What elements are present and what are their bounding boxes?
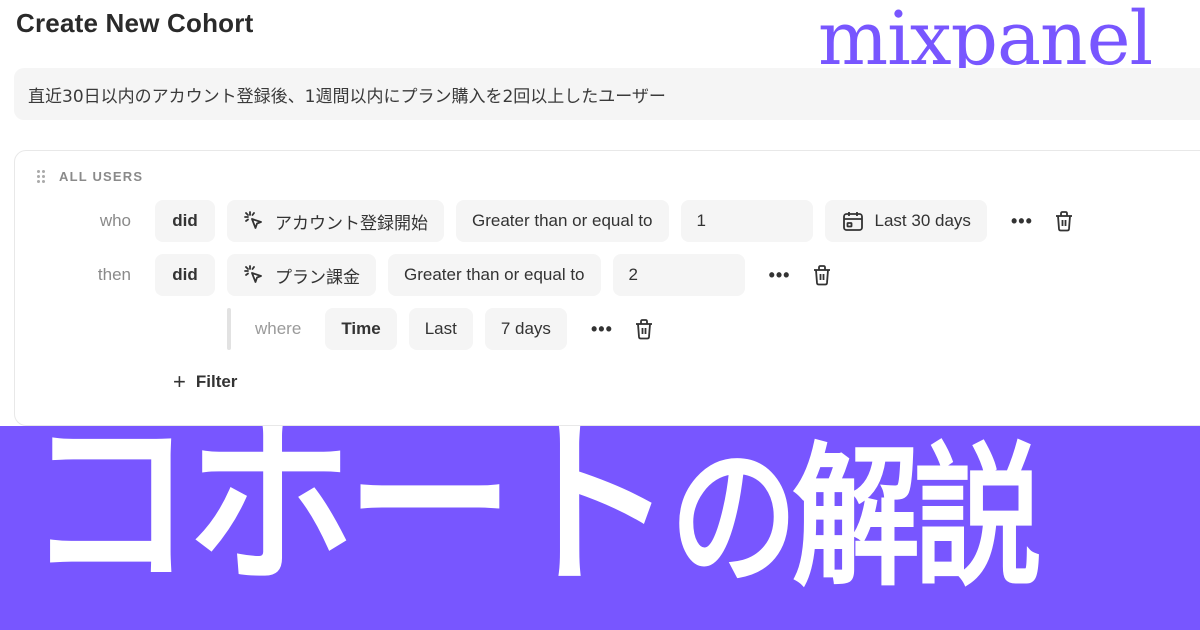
group-label: ALL USERS (59, 169, 144, 184)
event-selector[interactable]: アカウント登録開始 (227, 200, 444, 242)
condition-row: who did アカウント登録開始 Greater than or equal … (15, 199, 1077, 243)
condition-row: then did プラン課金 Greater than or equal to … (15, 253, 835, 297)
calendar-icon (841, 209, 865, 233)
verb-label: did (172, 211, 198, 230)
event-name: アカウント登録開始 (275, 213, 428, 233)
event-selector[interactable]: プラン課金 (227, 254, 376, 296)
count-value: 1 (696, 211, 706, 230)
count-value: 2 (628, 265, 638, 284)
date-range-selector[interactable]: Last 30 days (824, 200, 987, 242)
count-value-input[interactable]: 1 (680, 200, 813, 242)
verb-selector[interactable]: did (155, 200, 215, 242)
more-options-button[interactable]: ••• (999, 211, 1045, 232)
operator-selector[interactable]: Greater than or equal to (456, 200, 669, 242)
where-keyword: where (255, 319, 302, 338)
banner-title: コホート の解説 (26, 426, 1042, 612)
filter-property: Time (341, 319, 381, 338)
cohort-description-input[interactable]: 直近30日以内のアカウント登録後、1週間以内にプラン購入を2回以上したユーザー (14, 68, 1200, 120)
row-keyword: who (99, 211, 131, 230)
page-title: Create New Cohort (16, 8, 254, 38)
trash-icon[interactable] (1051, 208, 1077, 234)
banner-title-sub: の解説 (670, 429, 1042, 608)
where-filter-row: where Time Last 7 days ••• (227, 307, 657, 351)
plus-icon: + (173, 369, 186, 394)
filter-operator-selector[interactable]: Last (408, 308, 473, 350)
trash-icon[interactable] (809, 262, 835, 288)
event-cursor-icon (243, 210, 265, 232)
operator-selector[interactable]: Greater than or equal to (388, 254, 601, 296)
filter-property-selector[interactable]: Time (325, 308, 397, 350)
row-keyword: then (97, 265, 131, 284)
mixpanel-logo: mixpanel (818, 0, 1153, 82)
title-banner: コホート の解説 (0, 426, 1200, 630)
cohort-description-text: 直近30日以内のアカウント登録後、1週間以内にプラン購入を2回以上したユーザー (28, 86, 666, 107)
count-value-input[interactable]: 2 (612, 254, 745, 296)
group-header: ALL USERS (37, 169, 143, 184)
drag-handle-icon[interactable] (37, 170, 45, 183)
trash-icon[interactable] (631, 316, 657, 342)
operator-label: Greater than or equal to (472, 211, 653, 230)
operator-label: Greater than or equal to (404, 265, 585, 284)
add-filter-label: Filter (195, 372, 238, 391)
filter-operator: Last (424, 319, 457, 338)
banner-title-main: コホート (26, 426, 674, 612)
filter-indent-bar (227, 308, 231, 350)
add-filter-button[interactable]: + Filter (173, 371, 237, 393)
more-options-button[interactable]: ••• (579, 319, 625, 340)
filter-value: 7 days (500, 319, 551, 338)
date-range-label: Last 30 days (874, 211, 971, 230)
verb-selector[interactable]: did (155, 254, 215, 296)
event-cursor-icon (243, 264, 265, 286)
cohort-definition-card: ALL USERS who did アカウント登録開始 Greater than… (14, 150, 1200, 426)
verb-label: did (172, 265, 198, 284)
filter-value-selector[interactable]: 7 days (484, 308, 567, 350)
event-name: プラン課金 (275, 267, 360, 287)
more-options-button[interactable]: ••• (757, 265, 803, 286)
